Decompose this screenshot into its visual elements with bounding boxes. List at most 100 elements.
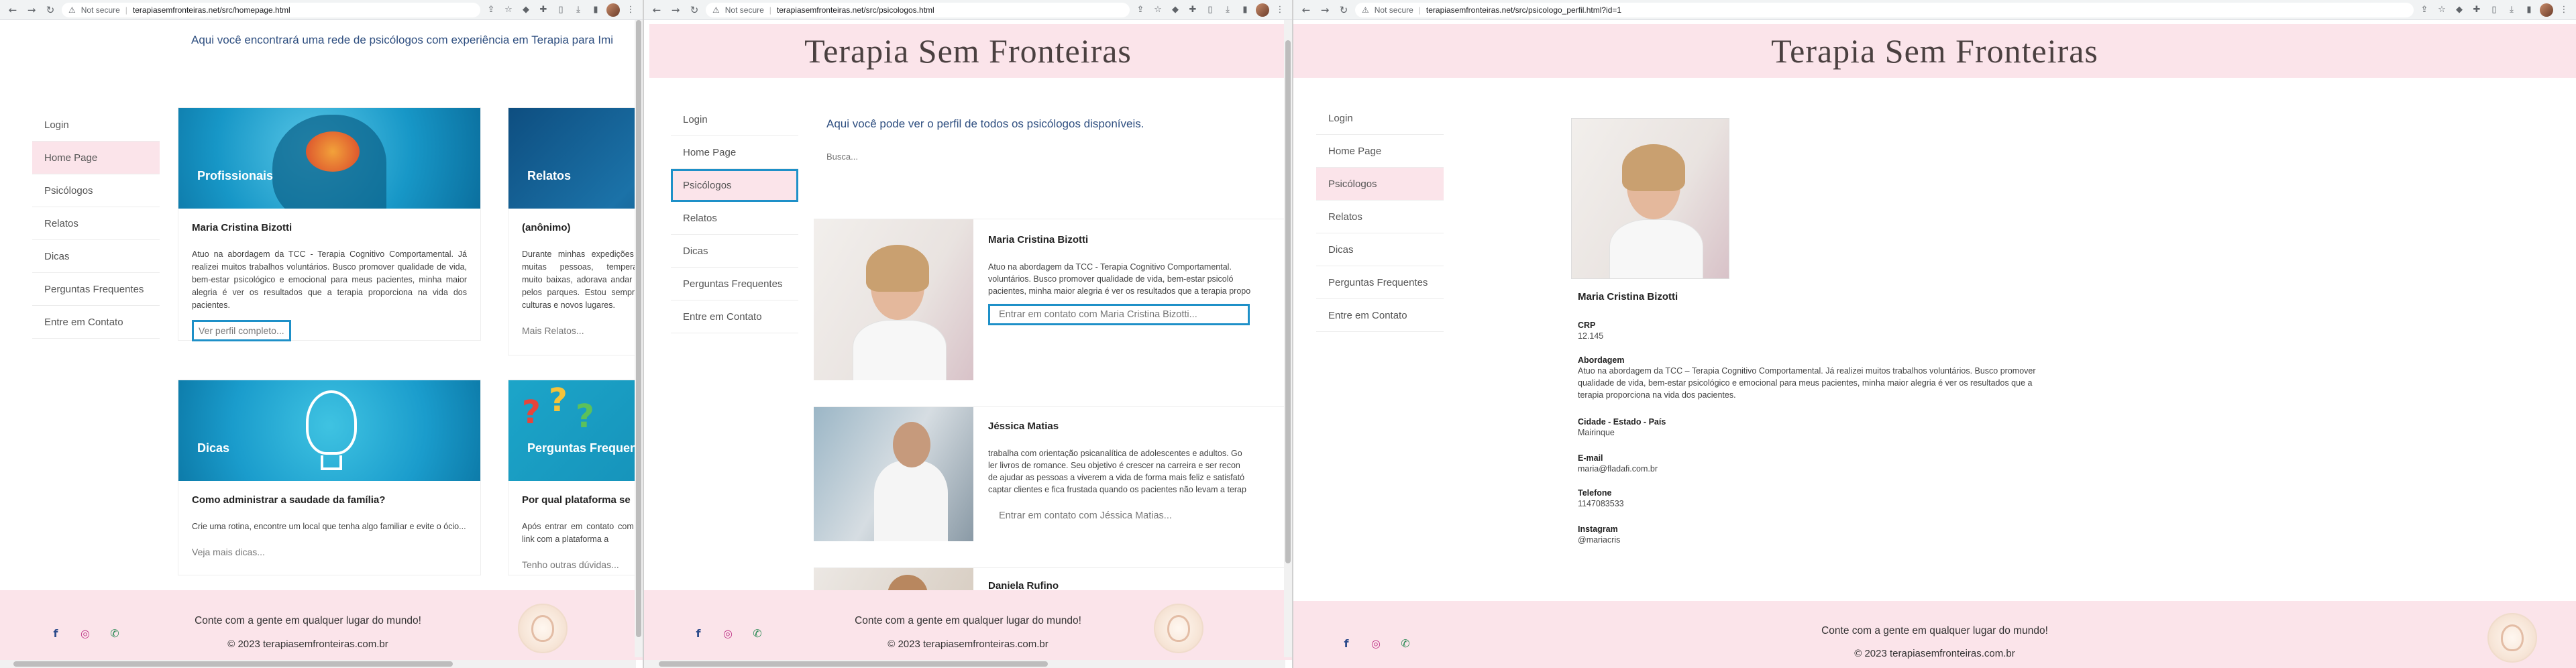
contact-button[interactable]: Entrar em contato com Maria Cristina Biz…: [988, 304, 1250, 325]
security-label: Not secure: [724, 5, 764, 15]
share-icon[interactable]: ⇪: [484, 3, 498, 17]
menu-icon[interactable]: ⋮: [1273, 3, 1287, 17]
vertical-scrollbar[interactable]: [1284, 20, 1292, 657]
sidebar-item-login[interactable]: Login: [1316, 102, 1444, 135]
bookmark-icon[interactable]: ▮: [1238, 3, 1252, 17]
download-icon[interactable]: ⤓: [2505, 3, 2518, 17]
sidebar-item-psicologos[interactable]: Psicólogos: [1316, 168, 1444, 201]
reload-icon[interactable]: ↻: [687, 3, 702, 17]
sidebar-icon[interactable]: ▯: [1203, 3, 1217, 17]
reload-icon[interactable]: ↻: [43, 3, 58, 17]
menu-icon[interactable]: ⋮: [2557, 3, 2571, 17]
facebook-icon[interactable]: f: [1339, 636, 1354, 651]
share-icon[interactable]: ⇪: [1134, 3, 1147, 17]
sidebar-item-contato[interactable]: Entre em Contato: [1316, 299, 1444, 332]
sidebar-item-relatos[interactable]: Relatos: [32, 207, 160, 240]
sidebar-item-home[interactable]: Home Page: [1316, 135, 1444, 168]
download-icon[interactable]: ⤓: [1221, 3, 1234, 17]
sidebar-item-perguntas[interactable]: Perguntas Frequentes: [32, 273, 160, 306]
sidebar-item-relatos[interactable]: Relatos: [671, 202, 798, 235]
card-relatos: Relatos (anônimo) Durante minhas expediç…: [508, 107, 643, 355]
extension-icon[interactable]: ◆: [1169, 3, 1182, 17]
url-text: terapiasemfronteiras.net/src/homepage.ht…: [132, 5, 290, 15]
card-image-label: Profissionais: [197, 169, 274, 182]
browser-toolbar: ← → ↻ ⚠ Not secure | terapiasemfronteira…: [0, 0, 643, 20]
puzzle-icon[interactable]: ✚: [537, 3, 550, 17]
whatsapp-icon[interactable]: ✆: [107, 626, 122, 641]
psicologo-bio-line: ler livros de romance. Seu objetivo é cr…: [988, 461, 1240, 470]
address-bar[interactable]: ⚠ Not secure | terapiasemfronteiras.net/…: [62, 2, 480, 17]
sidebar-item-login[interactable]: Login: [671, 103, 798, 136]
outras-duvidas-link[interactable]: Tenho outras dúvidas...: [522, 554, 626, 575]
sidebar-icon[interactable]: ▯: [2487, 3, 2501, 17]
star-icon[interactable]: ☆: [502, 3, 515, 17]
sidebar-item-psicologos[interactable]: Psicólogos: [671, 169, 798, 202]
download-icon[interactable]: ⤓: [572, 3, 585, 17]
arrow-left-icon[interactable]: ←: [5, 3, 20, 17]
mais-dicas-link[interactable]: Veja mais dicas...: [192, 541, 272, 563]
instagram-icon[interactable]: ◎: [1368, 636, 1383, 651]
contact-button[interactable]: Entrar em contato com Jéssica Matias...: [988, 505, 1250, 526]
bookmark-icon[interactable]: ▮: [2522, 3, 2536, 17]
sidebar-item-contato[interactable]: Entre em Contato: [671, 300, 798, 333]
bookmark-icon[interactable]: ▮: [589, 3, 602, 17]
extension-icon[interactable]: ◆: [519, 3, 533, 17]
sidebar-item-dicas[interactable]: Dicas: [1316, 233, 1444, 266]
sidebar-item-dicas[interactable]: Dicas: [671, 235, 798, 268]
whatsapp-icon[interactable]: ✆: [1398, 636, 1413, 651]
sidebar-item-perguntas[interactable]: Perguntas Frequentes: [1316, 266, 1444, 299]
site-footer: Conte com a gente em qualquer lugar do m…: [644, 590, 1292, 660]
footer-copyright: © 2023 terapiasemfronteiras.com.br: [1854, 648, 2015, 659]
browser-toolbar: ← → ↻ ⚠ Not secure | terapiasemfronteira…: [1293, 0, 2576, 20]
psicologo-bio-line: pacientes, minha maior alegria é ver os …: [988, 286, 1251, 296]
arrow-right-icon[interactable]: →: [24, 3, 39, 17]
star-icon[interactable]: ☆: [1151, 3, 1165, 17]
ver-perfil-link[interactable]: Ver perfil completo...: [192, 320, 291, 341]
extension-icon[interactable]: ◆: [2453, 3, 2466, 17]
arrow-right-icon[interactable]: →: [668, 3, 683, 17]
facebook-icon[interactable]: f: [48, 626, 63, 641]
profile-avatar[interactable]: [606, 3, 620, 17]
psicologo-bio-line: trabalha com orientação psicanalítica de…: [988, 449, 1242, 458]
instagram-icon[interactable]: ◎: [720, 626, 735, 641]
horizontal-scrollbar[interactable]: [0, 660, 636, 668]
whatsapp-icon[interactable]: ✆: [750, 626, 765, 641]
psicologos-intro: Aqui você pode ver o perfil de todos os …: [826, 117, 1144, 130]
arrow-left-icon[interactable]: ←: [649, 3, 664, 17]
arrow-left-icon[interactable]: ←: [1299, 3, 1313, 17]
sidebar-item-home[interactable]: Home Page: [32, 142, 160, 174]
social-links: f ◎ ✆: [691, 626, 765, 641]
mais-relatos-link[interactable]: Mais Relatos...: [522, 320, 591, 341]
arrow-right-icon[interactable]: →: [1318, 3, 1332, 17]
share-icon[interactable]: ⇪: [2418, 3, 2431, 17]
star-icon[interactable]: ☆: [2435, 3, 2449, 17]
horizontal-scrollbar[interactable]: [644, 660, 1285, 668]
address-bar[interactable]: ⚠ Not secure | terapiasemfronteiras.net/…: [1355, 2, 2414, 17]
sidebar-item-psicologos[interactable]: Psicólogos: [32, 174, 160, 207]
sidebar-item-home[interactable]: Home Page: [671, 136, 798, 169]
sidebar-icon[interactable]: ▯: [554, 3, 568, 17]
cidade-label: Cidade - Estado - País: [1578, 417, 1666, 427]
menu-icon[interactable]: ⋮: [624, 3, 637, 17]
security-label: Not secure: [80, 5, 120, 15]
profile-avatar[interactable]: [1256, 3, 1269, 17]
sidebar-nav: Login Home Page Psicólogos Relatos Dicas…: [1316, 102, 1444, 332]
sidebar-item-perguntas[interactable]: Perguntas Frequentes: [671, 268, 798, 300]
lightbulb-icon: [306, 390, 357, 455]
sidebar-item-login[interactable]: Login: [32, 109, 160, 142]
vertical-scrollbar[interactable]: [635, 20, 643, 657]
facebook-icon[interactable]: f: [691, 626, 706, 641]
address-bar[interactable]: ⚠ Not secure | terapiasemfronteiras.net/…: [706, 2, 1130, 17]
search-input[interactable]: [826, 148, 1028, 165]
reload-icon[interactable]: ↻: [1336, 3, 1351, 17]
question-icon: ?: [576, 398, 594, 435]
sidebar-item-relatos[interactable]: Relatos: [1316, 201, 1444, 233]
sidebar-item-dicas[interactable]: Dicas: [32, 240, 160, 273]
profile-avatar[interactable]: [2540, 3, 2553, 17]
sidebar-item-contato[interactable]: Entre em Contato: [32, 306, 160, 339]
puzzle-icon[interactable]: ✚: [1186, 3, 1199, 17]
puzzle-icon[interactable]: ✚: [2470, 3, 2483, 17]
instagram-icon[interactable]: ◎: [78, 626, 93, 641]
social-links: f ◎ ✆: [48, 626, 122, 641]
psicologo-photo: [814, 568, 973, 590]
